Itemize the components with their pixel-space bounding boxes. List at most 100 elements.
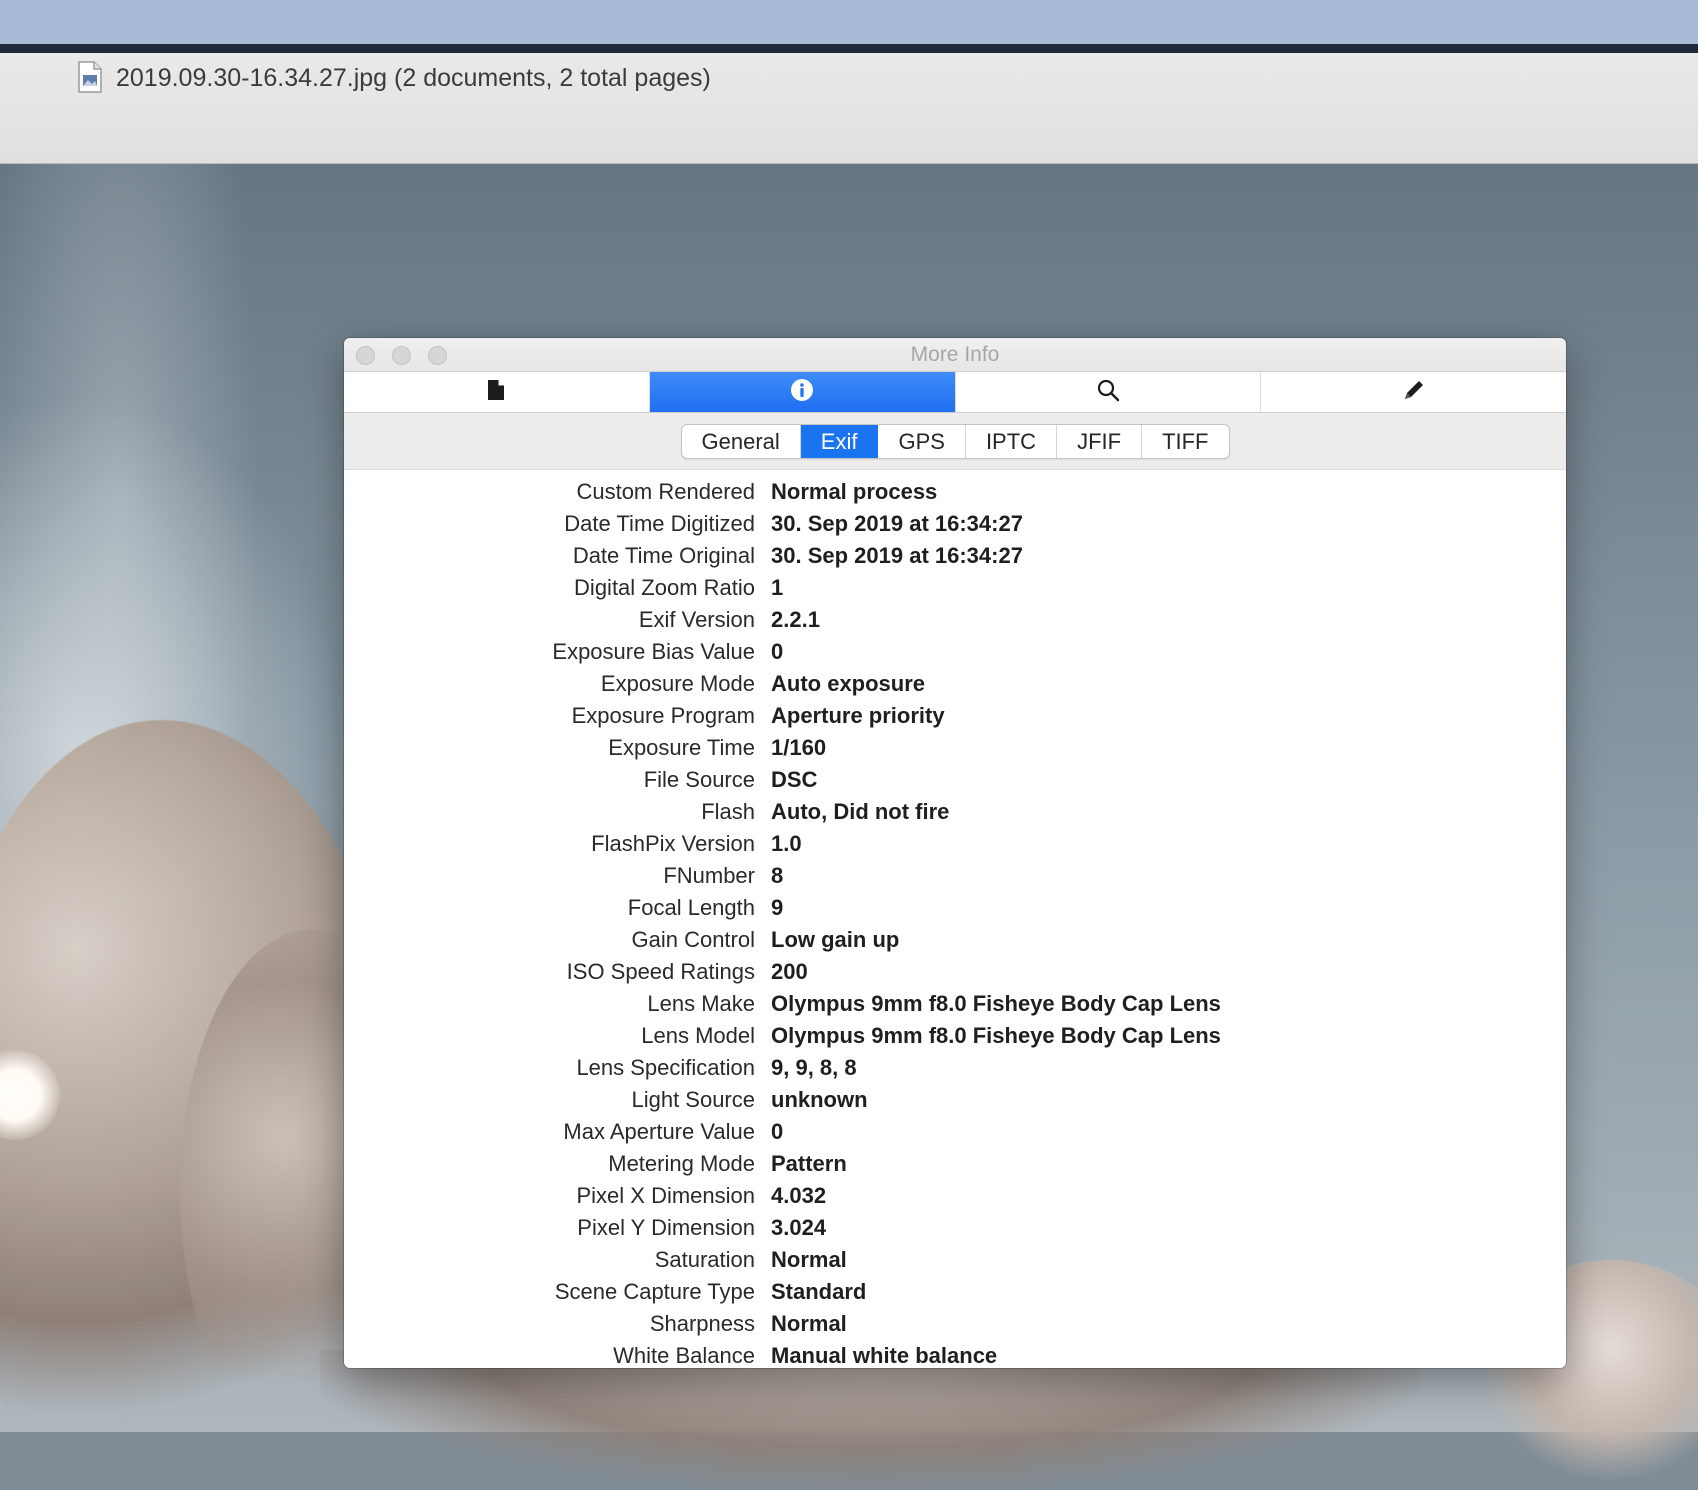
exif-row: Date Time Digitized 30. Sep 2019 at 16:34… bbox=[344, 508, 1566, 540]
exif-key: Lens Make bbox=[647, 991, 755, 1016]
exif-key: Digital Zoom Ratio bbox=[574, 575, 755, 600]
exif-row: File Source DSC bbox=[344, 764, 1566, 796]
exif-key: Pixel X Dimension bbox=[576, 1183, 755, 1208]
exif-value[interactable]: Manual white balance bbox=[771, 1343, 997, 1368]
exif-value[interactable]: unknown bbox=[771, 1087, 868, 1113]
exif-value[interactable]: Auto, Did not fire bbox=[771, 799, 949, 825]
screen-top-strip bbox=[0, 0, 1698, 44]
tab-iptc[interactable]: IPTC bbox=[966, 424, 1058, 458]
exif-key: Gain Control bbox=[631, 927, 755, 952]
exif-value[interactable]: 1.0 bbox=[771, 831, 802, 857]
exif-value[interactable]: Aperture priority bbox=[771, 703, 945, 729]
window-divider-line bbox=[0, 44, 1698, 53]
toolbar-tab-annotations[interactable] bbox=[1261, 372, 1566, 412]
document-title: 2019.09.30-16.34.27.jpg (2 documents, 2 … bbox=[116, 64, 711, 92]
exif-key: Light Source bbox=[631, 1087, 755, 1112]
exif-key: FlashPix Version bbox=[591, 831, 755, 856]
exif-key: Exposure Mode bbox=[600, 671, 755, 696]
exif-value[interactable]: Normal bbox=[771, 1311, 847, 1337]
info-icon bbox=[790, 378, 814, 407]
exif-value[interactable]: 3.024 bbox=[771, 1215, 826, 1241]
metadata-tab-bar: General Exif GPS IPTC JFIF TIFF bbox=[344, 413, 1566, 470]
tab-gps[interactable]: GPS bbox=[878, 424, 966, 458]
exif-row: Lens Make Olympus 9mm f8.0 Fisheye Body C… bbox=[344, 988, 1566, 1020]
exif-row: Digital Zoom Ratio 1 bbox=[344, 572, 1566, 604]
exif-key: Exif Version bbox=[638, 607, 755, 632]
exif-key: Focal Length bbox=[627, 895, 755, 920]
exif-key: Exposure Time bbox=[608, 735, 755, 760]
exif-row: Date Time Original 30. Sep 2019 at 16:34:… bbox=[344, 540, 1566, 572]
exif-row: Pixel X Dimension 4.032 bbox=[344, 1180, 1566, 1212]
exif-value[interactable]: Normal bbox=[771, 1247, 847, 1273]
exif-key: Lens Model bbox=[641, 1023, 755, 1048]
exif-value[interactable]: Normal process bbox=[771, 479, 937, 505]
document-header: 2019.09.30-16.34.27.jpg (2 documents, 2 … bbox=[0, 53, 1698, 164]
exif-row: Custom Rendered Normal process bbox=[344, 476, 1566, 508]
exif-value[interactable]: 9 bbox=[771, 895, 783, 921]
exif-value[interactable]: 1 bbox=[771, 575, 783, 601]
exif-value[interactable]: Low gain up bbox=[771, 927, 899, 953]
exif-value[interactable]: 8 bbox=[771, 863, 783, 889]
toolbar-tab-general-info[interactable] bbox=[344, 372, 650, 412]
exif-key: Pixel Y Dimension bbox=[577, 1215, 755, 1240]
exif-value[interactable]: 4.032 bbox=[771, 1183, 826, 1209]
exif-row: Exposure Program Aperture priority bbox=[344, 700, 1566, 732]
exif-value[interactable]: DSC bbox=[771, 767, 817, 793]
exif-key: Metering Mode bbox=[608, 1151, 755, 1176]
exif-value[interactable]: Standard bbox=[771, 1279, 866, 1305]
exif-row: Exposure Time 1/160 bbox=[344, 732, 1566, 764]
exif-key: Date Time Original bbox=[572, 543, 755, 568]
exif-row: Saturation Normal bbox=[344, 1244, 1566, 1276]
exif-value[interactable]: Auto exposure bbox=[771, 671, 925, 697]
exif-property-list: Custom Rendered Normal process Date Time D… bbox=[344, 470, 1566, 1368]
exif-value[interactable]: 30. Sep 2019 at 16:34:27 bbox=[771, 543, 1023, 569]
exif-key: ISO Speed Ratings bbox=[566, 959, 755, 984]
exif-value[interactable]: 2.2.1 bbox=[771, 607, 820, 633]
exif-row: ISO Speed Ratings 200 bbox=[344, 956, 1566, 988]
tab-jfif[interactable]: JFIF bbox=[1057, 424, 1143, 458]
exif-value[interactable]: 1/160 bbox=[771, 735, 826, 761]
exif-value[interactable]: Pattern bbox=[771, 1151, 847, 1177]
exif-value[interactable]: 30. Sep 2019 at 16:34:27 bbox=[771, 511, 1023, 537]
tab-general[interactable]: General bbox=[682, 424, 801, 458]
exif-value[interactable]: 200 bbox=[771, 959, 808, 985]
exif-key: File Source bbox=[643, 767, 755, 792]
exif-key: Max Aperture Value bbox=[563, 1119, 755, 1144]
exif-key: Sharpness bbox=[649, 1311, 755, 1336]
exif-row: Light Source unknown bbox=[344, 1084, 1566, 1116]
exif-value[interactable]: 0 bbox=[771, 639, 783, 665]
exif-row: Lens Specification 9, 9, 8, 8 bbox=[344, 1052, 1566, 1084]
exif-key: Exposure Program bbox=[571, 703, 755, 728]
tab-tiff[interactable]: TIFF bbox=[1142, 425, 1228, 458]
exif-row: Gain Control Low gain up bbox=[344, 924, 1566, 956]
exif-key: FNumber bbox=[663, 863, 755, 888]
exif-key: Flash bbox=[701, 799, 755, 824]
exif-row: Exposure Mode Auto exposure bbox=[344, 668, 1566, 700]
inspector-toolbar bbox=[344, 372, 1566, 413]
exif-row: White Balance Manual white balance bbox=[344, 1340, 1566, 1368]
exif-value[interactable]: 0 bbox=[771, 1119, 783, 1145]
exif-key: Exposure Bias Value bbox=[552, 639, 755, 664]
pencil-icon bbox=[1402, 378, 1426, 407]
exif-value[interactable]: Olympus 9mm f8.0 Fisheye Body Cap Lens bbox=[771, 1023, 1221, 1049]
tab-exif[interactable]: Exif bbox=[800, 424, 879, 458]
exif-row: Sharpness Normal bbox=[344, 1308, 1566, 1340]
exif-row: Max Aperture Value 0 bbox=[344, 1116, 1566, 1148]
exif-row: Metering Mode Pattern bbox=[344, 1148, 1566, 1180]
window-title: More Info bbox=[910, 343, 1000, 366]
metadata-segmented-control: General Exif GPS IPTC JFIF TIFF bbox=[680, 423, 1230, 459]
exif-row: Exif Version 2.2.1 bbox=[344, 604, 1566, 636]
window-titlebar[interactable]: More Info bbox=[344, 338, 1566, 372]
exif-value[interactable]: 9, 9, 8, 8 bbox=[771, 1055, 857, 1081]
jpeg-document-icon[interactable] bbox=[78, 61, 102, 93]
exif-value[interactable]: Olympus 9mm f8.0 Fisheye Body Cap Lens bbox=[771, 991, 1221, 1017]
toolbar-tab-more-info[interactable] bbox=[649, 372, 956, 412]
exif-row: FlashPix Version 1.0 bbox=[344, 828, 1566, 860]
exif-row: Lens Model Olympus 9mm f8.0 Fisheye Body … bbox=[344, 1020, 1566, 1052]
exif-key: White Balance bbox=[613, 1343, 755, 1368]
toolbar-tab-keywords[interactable] bbox=[956, 372, 1262, 412]
more-info-window: More Info General Exif GPS IPTC JFIF TIF… bbox=[344, 338, 1566, 1368]
exif-row: FNumber 8 bbox=[344, 860, 1566, 892]
exif-row: Flash Auto, Did not fire bbox=[344, 796, 1566, 828]
exif-key: Lens Specification bbox=[576, 1055, 755, 1080]
